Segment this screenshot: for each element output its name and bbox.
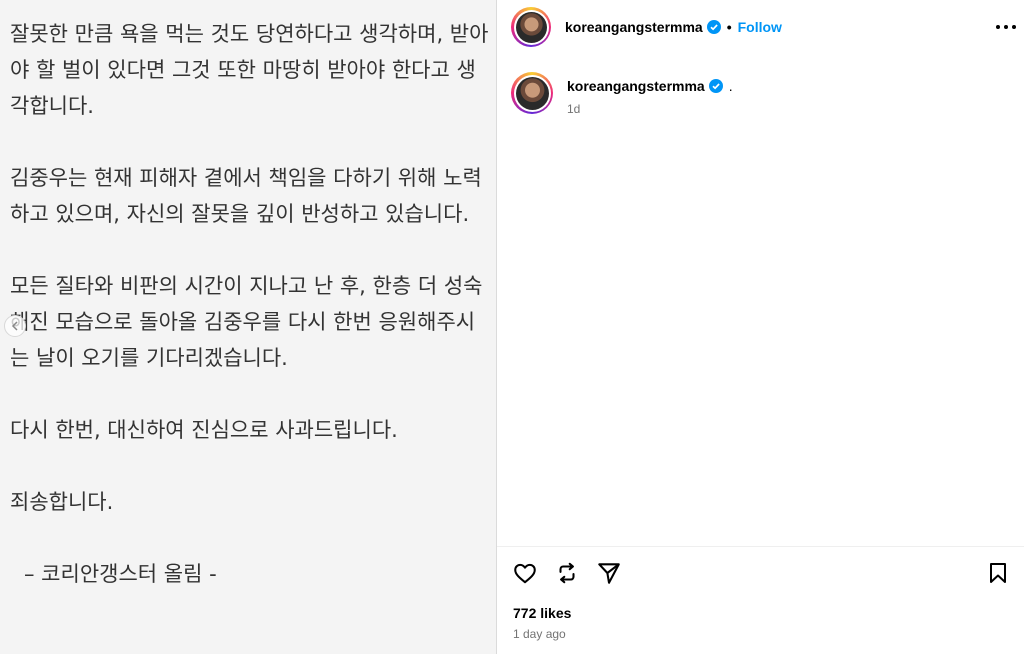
more-dot: [1004, 25, 1008, 29]
send-icon: [598, 563, 620, 584]
comment-line: koreangangstermma .: [567, 78, 733, 94]
repost-icon: [559, 562, 575, 584]
chevron-left-icon: [11, 321, 18, 331]
share-button[interactable]: [595, 559, 623, 587]
verified-badge-icon: [708, 79, 723, 93]
verified-badge-icon: [706, 20, 721, 34]
like-button[interactable]: [511, 559, 539, 587]
caption-comment: koreangangstermma . 1d: [511, 72, 733, 116]
post-paragraph-4: 다시 한번, 대신하여 진심으로 사과드립니다.: [10, 418, 398, 442]
heart-icon: [514, 563, 536, 584]
avatar-photo: [515, 11, 547, 43]
avatar-border: [513, 74, 551, 112]
more-dot: [996, 25, 1000, 29]
post-header: koreangangstermma • Follow: [497, 0, 1024, 54]
post-signature: – 코리안갱스터 올림 -: [24, 562, 217, 586]
comment-avatar[interactable]: [511, 72, 553, 114]
post-timestamp[interactable]: 1 day ago: [513, 627, 566, 641]
comment-body: koreangangstermma . 1d: [567, 72, 733, 116]
bookmark-icon: [990, 563, 1006, 583]
comment-caption: .: [728, 78, 733, 94]
carousel-prev-button[interactable]: [4, 315, 26, 337]
post-paragraph-5: 죄송합니다.: [10, 490, 114, 514]
post-paragraph-1: 잘못한 만큼 욕을 먹는 것도 당연하다고 생각하며, 받아야 할 벌이 있다면…: [10, 22, 489, 118]
avatar[interactable]: [511, 7, 551, 47]
more-dot: [1012, 25, 1016, 29]
post-text: 잘못한 만큼 욕을 먹는 것도 당연하다고 생각하며, 받아야 할 벌이 있다면…: [10, 16, 490, 592]
post-paragraph-2: 김중우는 현재 피해자 곁에서 책임을 다하기 위해 노력하고 있으며, 자신의…: [10, 166, 482, 226]
post-side-panel: koreangangstermma • Follow koreangangste…: [497, 0, 1024, 654]
post-image: 잘못한 만큼 욕을 먹는 것도 당연하다고 생각하며, 받아야 할 벌이 있다면…: [0, 0, 496, 654]
likes-count[interactable]: 772 likes: [513, 605, 571, 621]
header-username[interactable]: koreangangstermma: [565, 19, 703, 35]
avatar-photo: [515, 76, 549, 110]
save-button[interactable]: [984, 559, 1012, 587]
comment-username[interactable]: koreangangstermma: [567, 78, 705, 94]
action-bar: [511, 559, 637, 587]
avatar-border: [513, 9, 549, 45]
more-horizontal-icon[interactable]: [996, 17, 1016, 37]
comment-time[interactable]: 1d: [567, 102, 733, 116]
post-paragraph-3: 모든 질타와 비판의 시간이 지나고 난 후, 한층 더 성숙해진 모습으로 돌…: [10, 274, 483, 370]
follow-button[interactable]: Follow: [738, 19, 782, 35]
header-separator: •: [726, 19, 732, 35]
repost-button[interactable]: [553, 559, 581, 587]
actions-divider: [497, 546, 1024, 547]
